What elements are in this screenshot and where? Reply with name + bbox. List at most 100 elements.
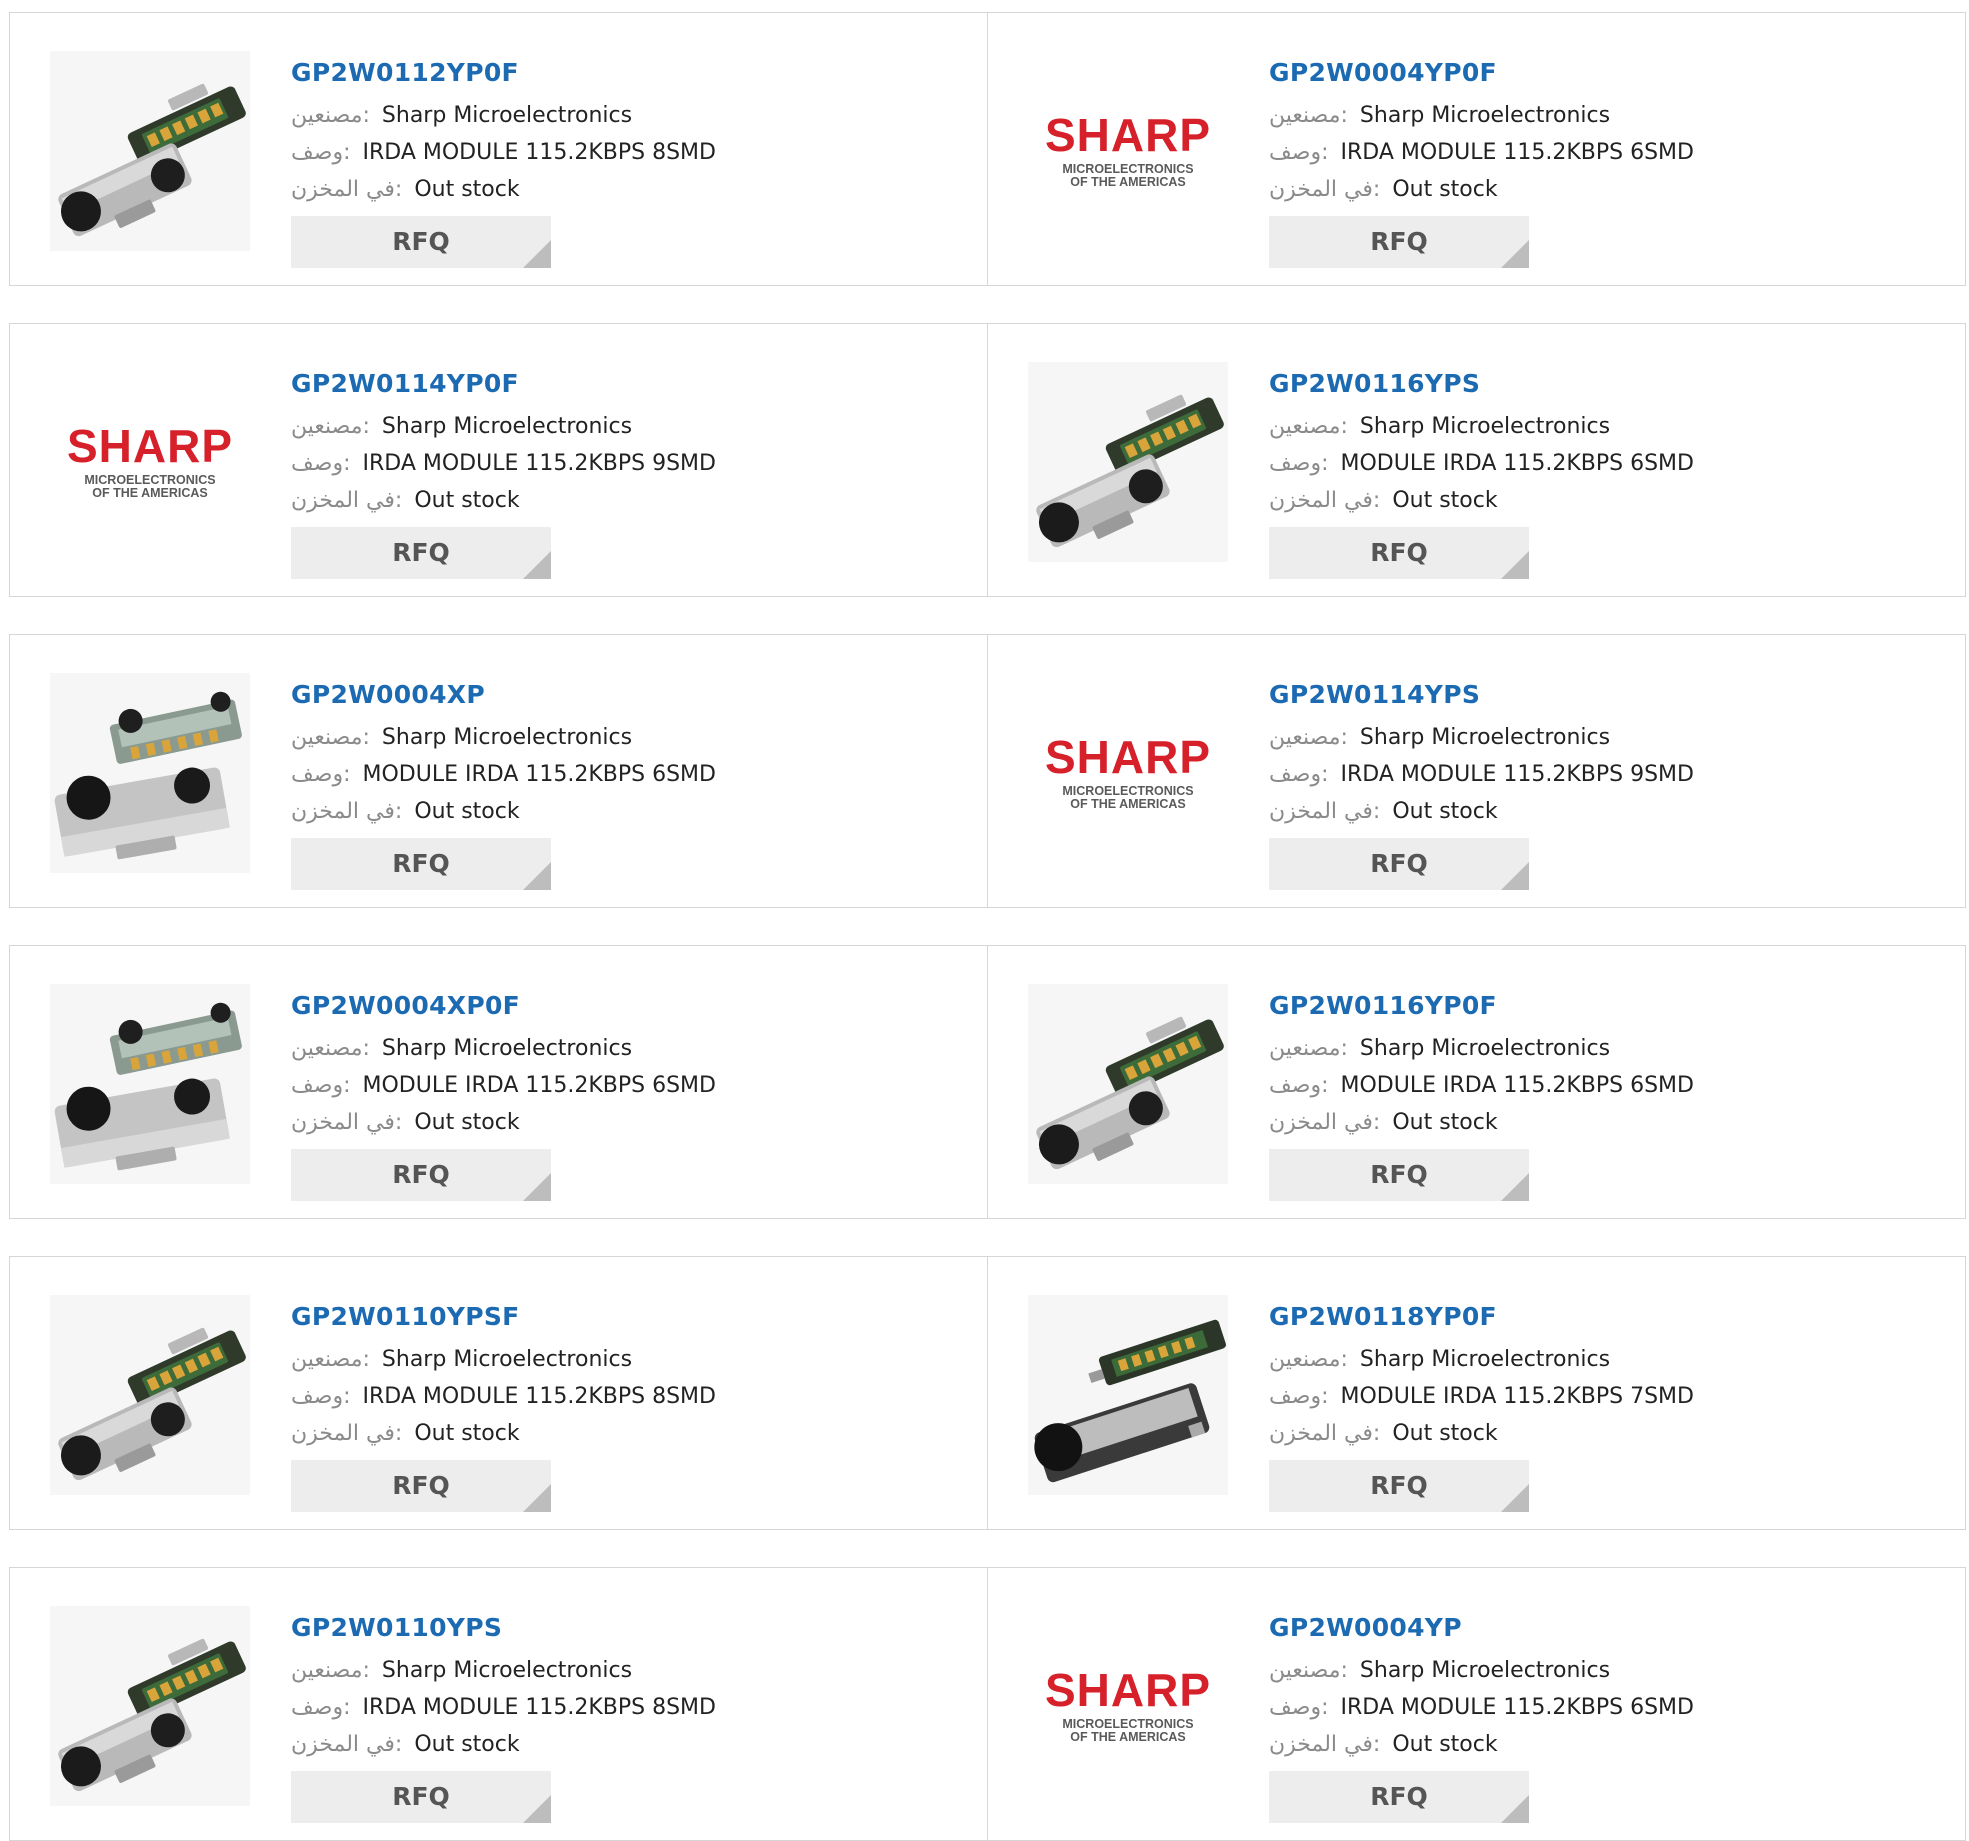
corner-triangle-icon [1501, 240, 1529, 268]
manufacturer-line: مصنعين: Sharp Microelectronics [1269, 1030, 1945, 1067]
description-value: IRDA MODULE 115.2KBPS 8SMD [362, 1384, 716, 1409]
rfq-button[interactable]: RFQ [1269, 216, 1529, 268]
stock-label: في المخزن: [1269, 1421, 1381, 1446]
description-value: IRDA MODULE 115.2KBPS 6SMD [1340, 1695, 1694, 1720]
product-card: GP2W0118YP0F مصنعين: Sharp Microelectronic… [987, 1257, 1965, 1529]
part-number-link[interactable]: GP2W0118YP0F [1269, 1293, 1945, 1341]
part-number-link[interactable]: GP2W0116YP0F [1269, 982, 1945, 1030]
rfq-button[interactable]: RFQ [1269, 1771, 1529, 1823]
corner-triangle-icon [523, 862, 551, 890]
product-card: SHARP MICROELECTRONICS OF THE AMERICAS GP2W… [987, 1568, 1965, 1840]
stock-label: في المخزن: [291, 1421, 403, 1446]
stock-line: في المخزن: Out stock [291, 1104, 967, 1141]
product-image[interactable] [1028, 1295, 1228, 1495]
stock-label: في المخزن: [1269, 1110, 1381, 1135]
description-line: وصف: MODULE IRDA 115.2KBPS 6SMD [1269, 445, 1945, 482]
corner-triangle-icon [1501, 1795, 1529, 1823]
svg-text:OF THE AMERICAS: OF THE AMERICAS [1070, 797, 1186, 811]
rfq-button[interactable]: RFQ [291, 216, 551, 268]
part-number-link[interactable]: GP2W0004XP0F [291, 982, 967, 1030]
svg-text:SHARP: SHARP [67, 420, 233, 472]
stock-label: في المخزن: [1269, 799, 1381, 824]
product-image[interactable] [50, 1606, 250, 1806]
stock-value: Out stock [414, 799, 520, 824]
sharp-logo-image[interactable]: SHARP MICROELECTRONICS OF THE AMERICAS [50, 362, 250, 562]
rfq-label: RFQ [392, 849, 450, 878]
product-info: GP2W0118YP0F مصنعين: Sharp Microelectronic… [1269, 1293, 1945, 1452]
rfq-button[interactable]: RFQ [291, 1149, 551, 1201]
stock-line: في المخزن: Out stock [291, 171, 967, 208]
rfq-label: RFQ [392, 1471, 450, 1500]
part-number-link[interactable]: GP2W0112YP0F [291, 49, 967, 97]
product-info: GP2W0110YPSF مصنعين: Sharp Microelectronic… [291, 1293, 967, 1452]
rfq-label: RFQ [1370, 1160, 1428, 1189]
part-number-link[interactable]: GP2W0004XP [291, 671, 967, 719]
description-line: وصف: MODULE IRDA 115.2KBPS 7SMD [1269, 1378, 1945, 1415]
product-row: GP2W0112YP0F مصنعين: Sharp Microelectronic… [9, 12, 1966, 286]
part-number-link[interactable]: GP2W0110YPSF [291, 1293, 967, 1341]
svg-text:MICROELECTRONICS: MICROELECTRONICS [1062, 1717, 1193, 1731]
stock-line: في المخزن: Out stock [1269, 482, 1945, 519]
rfq-button[interactable]: RFQ [1269, 1149, 1529, 1201]
rfq-button[interactable]: RFQ [1269, 1460, 1529, 1512]
stock-line: في المخزن: Out stock [1269, 171, 1945, 208]
description-line: وصف: MODULE IRDA 115.2KBPS 6SMD [291, 756, 967, 793]
rfq-label: RFQ [392, 227, 450, 256]
sharp-logo-image[interactable]: SHARP MICROELECTRONICS OF THE AMERICAS [1028, 673, 1228, 873]
manufacturer-label: مصنعين: [1269, 103, 1348, 128]
description-line: وصف: IRDA MODULE 115.2KBPS 9SMD [291, 445, 967, 482]
product-image[interactable] [1028, 362, 1228, 562]
part-number-link[interactable]: GP2W0004YP0F [1269, 49, 1945, 97]
manufacturer-value: Sharp Microelectronics [381, 103, 633, 128]
product-image[interactable] [50, 673, 250, 873]
product-image[interactable] [50, 1295, 250, 1495]
manufacturer-label: مصنعين: [1269, 1036, 1348, 1061]
svg-text:SHARP: SHARP [1045, 109, 1211, 161]
stock-line: في المخزن: Out stock [291, 793, 967, 830]
corner-triangle-icon [1501, 1173, 1529, 1201]
rfq-label: RFQ [1370, 227, 1428, 256]
stock-line: في المخزن: Out stock [291, 482, 967, 519]
part-number-link[interactable]: GP2W0110YPS [291, 1604, 967, 1652]
stock-line: في المخزن: Out stock [1269, 793, 1945, 830]
description-label: وصف: [1269, 140, 1329, 165]
description-value: IRDA MODULE 115.2KBPS 9SMD [362, 451, 716, 476]
part-number-link[interactable]: GP2W0004YP [1269, 1604, 1945, 1652]
rfq-label: RFQ [1370, 849, 1428, 878]
product-image[interactable] [1028, 984, 1228, 1184]
part-number-link[interactable]: GP2W0116YPS [1269, 360, 1945, 408]
rfq-button[interactable]: RFQ [291, 1771, 551, 1823]
description-line: وصف: IRDA MODULE 115.2KBPS 6SMD [1269, 1689, 1945, 1726]
svg-text:SHARP: SHARP [1045, 1664, 1211, 1716]
rfq-button[interactable]: RFQ [291, 527, 551, 579]
manufacturer-value: Sharp Microelectronics [1359, 103, 1611, 128]
rfq-button[interactable]: RFQ [1269, 838, 1529, 890]
rfq-button[interactable]: RFQ [1269, 527, 1529, 579]
sharp-logo-image[interactable]: SHARP MICROELECTRONICS OF THE AMERICAS [1028, 51, 1228, 251]
svg-text:MICROELECTRONICS: MICROELECTRONICS [1062, 784, 1193, 798]
description-line: وصف: IRDA MODULE 115.2KBPS 9SMD [1269, 756, 1945, 793]
sharp-logo-image[interactable]: SHARP MICROELECTRONICS OF THE AMERICAS [1028, 1606, 1228, 1806]
stock-value: Out stock [1392, 177, 1498, 202]
description-value: IRDA MODULE 115.2KBPS 8SMD [362, 140, 716, 165]
svg-text:OF THE AMERICAS: OF THE AMERICAS [92, 486, 208, 500]
part-number-link[interactable]: GP2W0114YPS [1269, 671, 1945, 719]
manufacturer-label: مصنعين: [291, 1036, 370, 1061]
rfq-button[interactable]: RFQ [291, 838, 551, 890]
description-label: وصف: [1269, 1384, 1329, 1409]
description-line: وصف: IRDA MODULE 115.2KBPS 8SMD [291, 1689, 967, 1726]
product-image[interactable] [50, 984, 250, 1184]
product-grid: GP2W0112YP0F مصنعين: Sharp Microelectronic… [0, 0, 1969, 1841]
manufacturer-value: Sharp Microelectronics [381, 725, 633, 750]
product-image[interactable] [50, 51, 250, 251]
manufacturer-line: مصنعين: Sharp Microelectronics [291, 719, 967, 756]
rfq-button[interactable]: RFQ [291, 1460, 551, 1512]
stock-line: في المخزن: Out stock [1269, 1726, 1945, 1763]
rfq-label: RFQ [392, 538, 450, 567]
product-card: GP2W0112YP0F مصنعين: Sharp Microelectronic… [10, 13, 987, 285]
manufacturer-value: Sharp Microelectronics [1359, 414, 1611, 439]
part-number-link[interactable]: GP2W0114YP0F [291, 360, 967, 408]
description-label: وصف: [291, 1073, 351, 1098]
svg-text:MICROELECTRONICS: MICROELECTRONICS [84, 473, 215, 487]
manufacturer-line: مصنعين: Sharp Microelectronics [291, 97, 967, 134]
